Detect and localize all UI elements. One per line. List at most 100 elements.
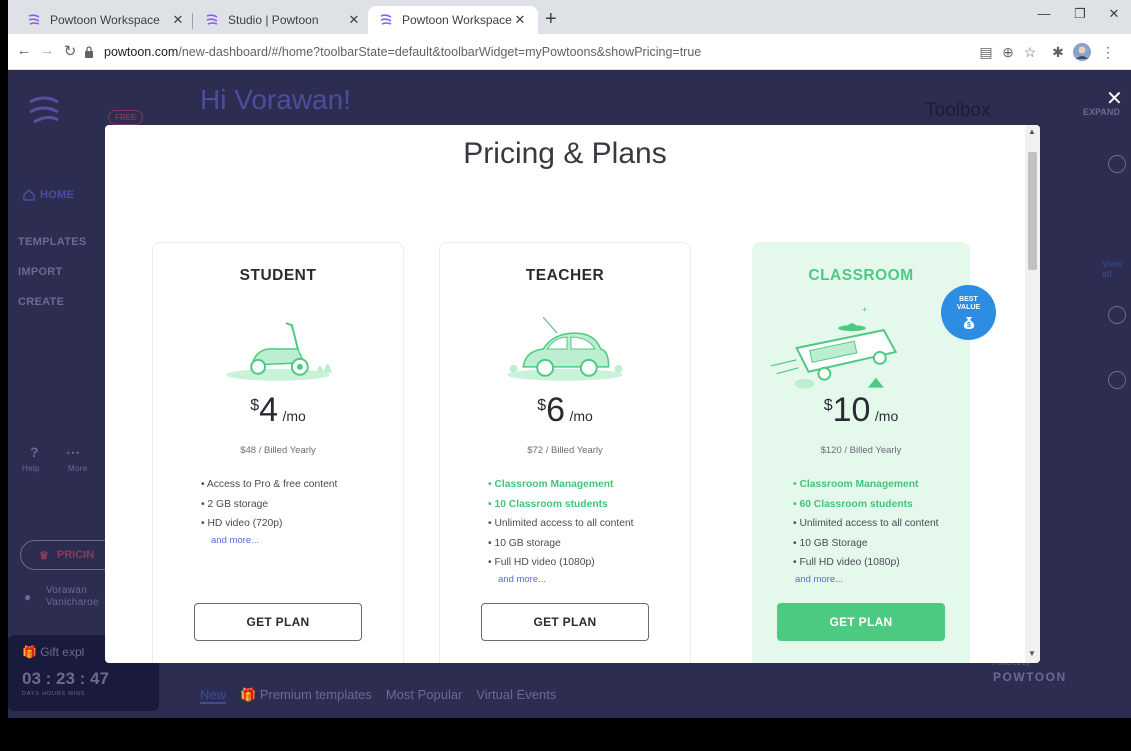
template-tabs: New 🎁 Premium templates Most Popular Vir…: [200, 687, 556, 704]
gift-title: 🎁 Gift expl: [22, 645, 85, 659]
toolbox-item-icon[interactable]: [1108, 306, 1126, 324]
window-close-icon[interactable]: ✕: [1098, 6, 1130, 22]
feature-item: • HD video (720p): [201, 518, 283, 529]
tab-most-popular[interactable]: Most Popular: [386, 687, 463, 704]
maximize-icon[interactable]: ❐: [1064, 6, 1096, 22]
user-icon: ●: [24, 590, 32, 604]
school-bus-illustration-icon: +: [770, 304, 898, 389]
money-bag-icon: $: [963, 317, 974, 329]
tab-divider: [192, 13, 193, 29]
minimize-icon[interactable]: —: [1028, 6, 1060, 21]
forward-arrow-icon[interactable]: →: [37, 42, 57, 59]
modal-title: Pricing & Plans: [463, 137, 667, 170]
close-tab-icon[interactable]: ✕: [512, 12, 528, 28]
address-bar-row: ← → ↻ powtoon.com/new-dashboard/#/home?t…: [8, 34, 1131, 70]
timer-labels: DAYS HOURS MINS: [22, 691, 86, 697]
feature-list: • Access to Pro & free content • 2 GB st…: [201, 475, 337, 534]
powtoon-favicon-icon: [204, 12, 220, 28]
plan-price: $6 /mo: [537, 391, 593, 429]
browser-tab-3-active[interactable]: Powtoon Workspace ✕: [368, 6, 538, 34]
nav-home[interactable]: HOME: [22, 188, 74, 202]
get-plan-button-classroom[interactable]: GET PLAN: [777, 603, 945, 641]
billed-yearly: $120 / Billed Yearly: [820, 445, 902, 456]
nav-templates[interactable]: TEMPLATES: [18, 236, 87, 248]
powtoon-wordmark: POWTOON: [993, 670, 1067, 684]
and-more-link[interactable]: and more...: [498, 574, 546, 585]
back-arrow-icon[interactable]: ←: [14, 42, 34, 59]
plan-card-classroom: CLASSROOM + $10 /mo $120 / Billed Yearly…: [752, 242, 970, 663]
feature-item: • Access to Pro & free content: [201, 479, 338, 490]
plan-price: $10 /mo: [823, 391, 899, 429]
feature-item: • 10 Classroom students: [488, 498, 608, 510]
nav-create[interactable]: CREATE: [18, 296, 64, 308]
translate-icon[interactable]: ▤: [976, 42, 996, 62]
url-field[interactable]: powtoon.com/new-dashboard/#/home?toolbar…: [84, 39, 981, 65]
close-modal-icon[interactable]: ✕: [1106, 86, 1123, 111]
tab-strip: Powtoon Workspace ✕ Studio | Powtoon ✕ P…: [8, 0, 1131, 34]
feature-item: • 60 Classroom students: [793, 498, 913, 510]
lock-icon: [84, 46, 98, 58]
best-value-badge: BEST VALUE $: [941, 285, 996, 340]
new-tab-icon[interactable]: +: [545, 9, 557, 29]
profile-avatar-icon[interactable]: [1072, 42, 1092, 62]
more-icon[interactable]: ⋯: [66, 444, 80, 461]
tab-title: Studio | Powtoon: [228, 13, 319, 27]
crown-icon: ♛: [39, 549, 49, 562]
tab-title: Powtoon Workspace: [50, 13, 160, 27]
toolbox-heading: Toolbox: [925, 100, 991, 121]
feature-item: • Full HD video (1080p): [488, 557, 595, 568]
help-icon[interactable]: ?: [30, 444, 39, 460]
modal-scrollbar[interactable]: ▲ ▼: [1025, 125, 1040, 663]
feature-item: • Unlimited access to all content: [488, 518, 634, 529]
close-tab-icon[interactable]: ✕: [170, 12, 186, 28]
browser-tab-1[interactable]: Powtoon Workspace ✕: [16, 6, 196, 34]
nav-import[interactable]: IMPORT: [18, 266, 63, 278]
scroll-up-arrow-icon[interactable]: ▲: [1028, 127, 1036, 136]
feature-list: • Classroom Management • 60 Classroom st…: [793, 475, 939, 573]
svg-text:$: $: [967, 322, 971, 329]
chrome-menu-icon[interactable]: ⋮: [1098, 42, 1118, 62]
help-label[interactable]: Help: [22, 464, 40, 473]
feature-item: • Classroom Management: [488, 479, 614, 490]
greeting-heading: Hi Vorawan!: [200, 84, 351, 115]
powtoon-logo-icon: [29, 96, 59, 124]
plan-name: CLASSROOM: [808, 267, 914, 284]
collapse-chevron-icon[interactable]: [1108, 155, 1126, 173]
user-last-name: Vanicharoe: [46, 597, 99, 608]
screen-frame: Powtoon Workspace ✕ Studio | Powtoon ✕ P…: [0, 0, 1131, 751]
more-label[interactable]: More: [68, 464, 87, 473]
get-plan-button-teacher[interactable]: GET PLAN: [481, 603, 649, 641]
feature-item: • 2 GB storage: [201, 498, 269, 510]
and-more-link[interactable]: and more...: [211, 535, 259, 546]
feature-item: • 10 GB storage: [488, 537, 561, 549]
feature-item: • Unlimited access to all content: [793, 518, 939, 529]
free-plan-badge: FREE: [108, 110, 144, 125]
view-all-link[interactable]: View all: [1102, 259, 1131, 279]
zoom-icon[interactable]: ⊕: [998, 42, 1018, 62]
coin-icon[interactable]: [1108, 371, 1126, 389]
url-path: /new-dashboard/#/home?toolbarState=defau…: [178, 45, 702, 59]
powtoon-favicon-icon: [378, 12, 394, 28]
tab-virtual-events[interactable]: Virtual Events: [476, 687, 556, 704]
extensions-puzzle-icon[interactable]: ✱: [1048, 42, 1068, 62]
plan-name: TEACHER: [525, 267, 605, 284]
home-icon: [23, 188, 35, 201]
countdown-timer: 03 : 23 : 47: [22, 669, 109, 688]
feature-item: • 10 GB Storage: [793, 537, 868, 549]
tab-premium-templates[interactable]: 🎁 Premium templates: [240, 687, 372, 704]
get-plan-button-student[interactable]: GET PLAN: [194, 603, 362, 641]
bookmark-star-icon[interactable]: ☆: [1020, 42, 1040, 62]
feature-item: • Classroom Management: [793, 479, 919, 490]
scroll-down-arrow-icon[interactable]: ▼: [1028, 649, 1036, 658]
tab-new[interactable]: New: [200, 687, 227, 704]
close-tab-icon[interactable]: ✕: [346, 12, 362, 28]
reload-icon[interactable]: ↻: [60, 42, 80, 60]
plan-price: $4 /mo: [250, 391, 306, 429]
billed-yearly: $72 / Billed Yearly: [527, 445, 603, 456]
feature-item: • Full HD video (1080p): [793, 557, 900, 568]
scrollbar-thumb[interactable]: [1028, 152, 1037, 270]
browser-window: Powtoon Workspace ✕ Studio | Powtoon ✕ P…: [8, 0, 1131, 718]
powtoon-favicon-icon: [26, 12, 42, 28]
browser-tab-2[interactable]: Studio | Powtoon ✕: [194, 6, 372, 34]
and-more-link[interactable]: and more...: [795, 574, 843, 585]
